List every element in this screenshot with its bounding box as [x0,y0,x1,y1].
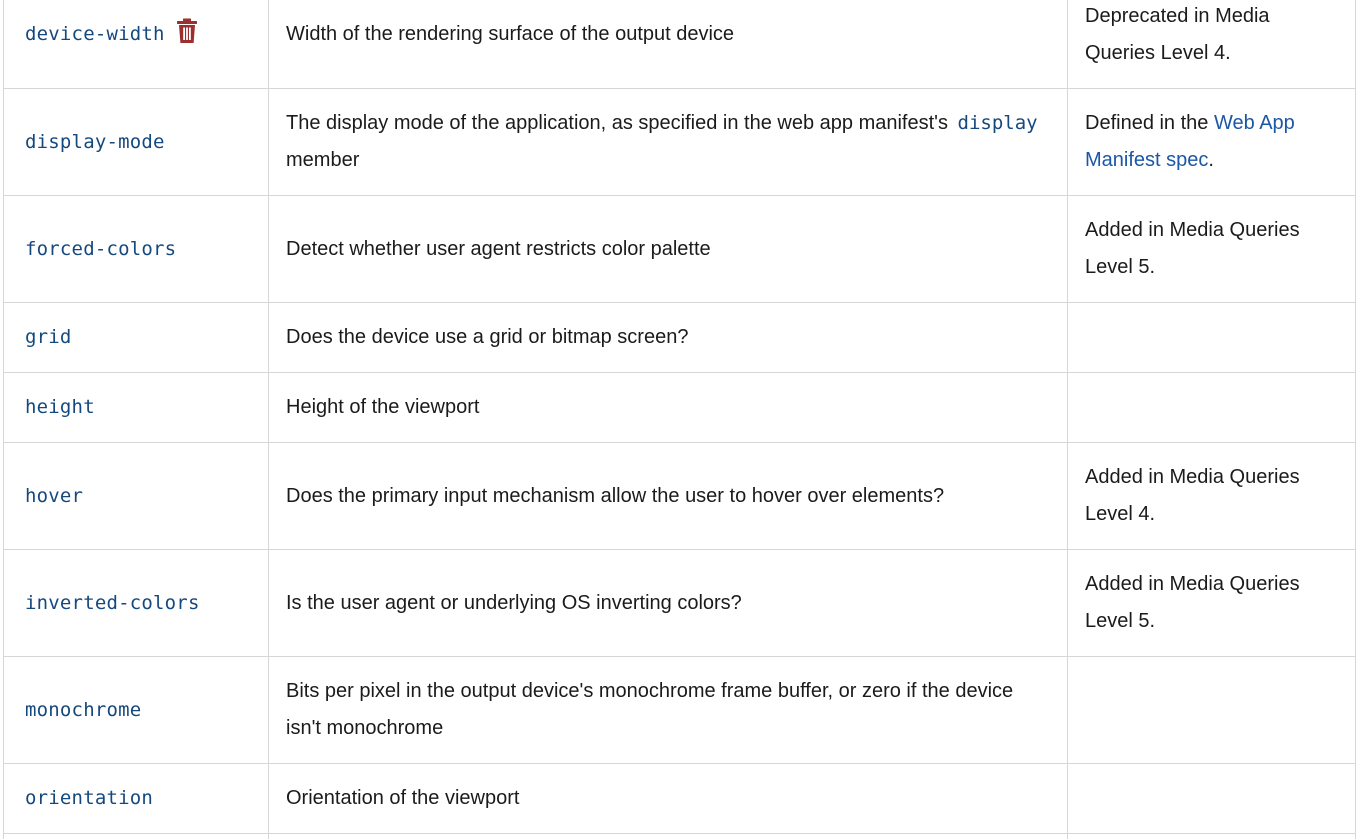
notes-cell: Defined in the Web App Manifest spec. [1067,88,1356,196]
description-cell: Detect whether user agent restricts colo… [268,195,1068,303]
notes-cell [1067,372,1356,443]
feature-link-inverted-colors[interactable]: inverted-colors [25,592,200,614]
table-row: hover Does the primary input mechanism a… [3,442,1356,550]
description-cell: Bits per pixel in the output device's mo… [268,656,1068,764]
feature-link-orientation[interactable]: orientation [25,787,153,809]
description-cell: The display mode of the application, as … [268,88,1068,196]
table-row: monochrome Bits per pixel in the output … [3,656,1356,764]
table-row [3,833,1356,839]
notes-cell [1067,302,1356,373]
trash-icon [176,18,197,43]
description-cell: Orientation of the viewport [268,763,1068,834]
inline-code-display: display [957,112,1038,134]
notes-cell: Added in Media Queries Level 4. [1067,442,1356,550]
table-row: display-mode The display mode of the app… [3,88,1356,196]
notes-cell [1067,763,1356,834]
description-cell: Width of the rendering surface of the ou… [268,0,1068,89]
feature-link-hover[interactable]: hover [25,485,83,507]
notes-cell [1067,656,1356,764]
description-cell: Does the device use a grid or bitmap scr… [268,302,1068,373]
feature-link-forced-colors[interactable]: forced-colors [25,238,176,260]
description-cell: Height of the viewport [268,372,1068,443]
table-row: height Height of the viewport [3,372,1356,443]
table-row: forced-colors Detect whether user agent … [3,195,1356,303]
media-features-table: device-width Width of the rendering surf… [3,0,1356,839]
feature-link-monochrome[interactable]: monochrome [25,699,141,721]
description-cell: Is the user agent or underlying OS inver… [268,549,1068,657]
feature-link-height[interactable]: height [25,396,95,418]
table-row: orientation Orientation of the viewport [3,763,1356,834]
table-row: grid Does the device use a grid or bitma… [3,302,1356,373]
table-row: inverted-colors Is the user agent or und… [3,549,1356,657]
feature-link-grid[interactable]: grid [25,326,72,348]
description-cell: Does the primary input mechanism allow t… [268,442,1068,550]
feature-link-display-mode[interactable]: display-mode [25,131,165,153]
notes-cell: Added in Media Queries Level 5. [1067,549,1356,657]
feature-link-device-width[interactable]: device-width [25,23,165,45]
notes-cell: Deprecated in Media Queries Level 4. [1067,0,1356,89]
notes-cell: Added in Media Queries Level 5. [1067,195,1356,303]
table-row: device-width Width of the rendering surf… [3,0,1356,89]
